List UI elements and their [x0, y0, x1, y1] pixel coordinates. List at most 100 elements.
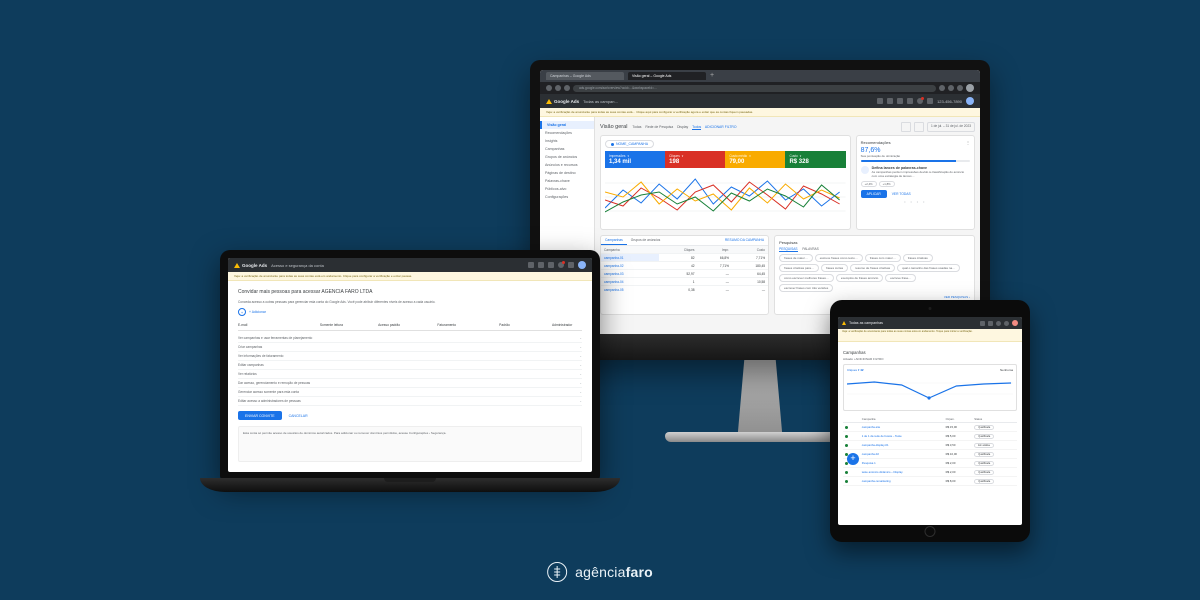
reports-icon[interactable] — [538, 262, 544, 268]
sidebar-item[interactable]: Recomendações — [540, 129, 594, 137]
filter-summary[interactable]: Ativado • ADICIONAR FILTRO — [843, 357, 1017, 361]
scope-tabs[interactable]: Todas Rede de Pesquisa Display Todos ADI… — [632, 125, 739, 129]
nav-fwd-icon[interactable] — [555, 85, 561, 91]
home-button[interactable] — [925, 526, 936, 537]
add-campaign-fab[interactable]: + — [847, 453, 859, 465]
metric-card[interactable]: Impressões1,34 mil — [605, 151, 665, 168]
metric-scorecards[interactable]: Impressões1,34 milCliques198Custo médio7… — [605, 151, 846, 168]
sidebar-item[interactable]: Campanhas — [540, 145, 594, 153]
search-icon[interactable] — [877, 98, 883, 104]
refresh-icon[interactable] — [907, 98, 913, 104]
user-avatar-icon[interactable] — [966, 97, 974, 105]
search-term-chip[interactable]: frases com maior… — [865, 254, 901, 262]
campaigns-table[interactable]: CampanhaOrçam.Statuscampanha-siteR$ 15,0… — [843, 415, 1017, 486]
table-row[interactable]: campanha-display-01R$ 3,50Em análise — [843, 441, 1017, 450]
profile-avatar-icon[interactable] — [966, 84, 974, 92]
add-user-link[interactable]: + + Adicionar — [238, 308, 582, 316]
search-term-chip[interactable]: escrever frases com três versões — [779, 284, 833, 292]
reports-icon[interactable] — [887, 98, 893, 104]
search-term-chip[interactable]: frases criativas para… — [779, 264, 819, 272]
permission-row[interactable]: Dar acesso, gerenciamento e remoção de p… — [238, 379, 582, 388]
search-term-chip[interactable]: exemplos de frases anúncio — [836, 274, 883, 282]
user-avatar-icon[interactable] — [578, 261, 586, 269]
permission-row[interactable]: Editar campanhas⌄ — [238, 361, 582, 370]
breadcrumb[interactable]: Acesso e segurança da conta — [271, 263, 324, 268]
header-title[interactable]: Todas as campanhas — [849, 321, 883, 325]
more-icon[interactable]: ⋮ — [966, 140, 970, 145]
nav-reload-icon[interactable] — [564, 85, 570, 91]
browser-tab[interactable]: Campanhas – Google Ads — [546, 72, 624, 80]
permission-row[interactable]: Ver informações de faturamento⌄ — [238, 352, 582, 361]
table-row[interactable]: campanha-siteR$ 15,00Qualificada — [843, 423, 1017, 432]
address-bar[interactable]: ads.google.com/aw/overview?ocid=...&work… — [573, 85, 936, 92]
table-tabs[interactable]: Campanhas Grupos de anúncios RESUMO DA C… — [601, 236, 768, 246]
help-icon[interactable] — [568, 262, 574, 268]
search-term-chip[interactable]: frases criativas — [903, 254, 933, 262]
extension-icon[interactable] — [948, 85, 954, 91]
permission-row[interactable]: Gerenciar acesso somente para esta conta… — [238, 388, 582, 397]
metric-card[interactable]: Cliques198 — [665, 151, 725, 168]
permission-row[interactable]: Editar acesso a administradores de pesso… — [238, 397, 582, 406]
google-ads-logo[interactable] — [842, 321, 846, 325]
search-term-chip[interactable]: frases curtas — [821, 264, 848, 272]
carousel-dots[interactable]: • • • • — [861, 200, 970, 204]
table-row[interactable]: campanha-050,38—— — [601, 286, 768, 294]
notice-banner[interactable]: Veja: a verificação de anunciante para t… — [838, 329, 1022, 342]
search-tabs[interactable]: PESQUISAS PALAVRAS — [779, 247, 970, 251]
sidebar-item[interactable]: Grupos de anúncios — [540, 153, 594, 161]
google-ads-logo[interactable]: Google Ads — [546, 99, 579, 104]
view-controls[interactable]: 1 de jul. – 31 de jul. de 2023 — [901, 122, 975, 132]
sidebar-item[interactable]: Visão geral — [540, 121, 594, 129]
filter-icon[interactable] — [988, 321, 993, 326]
bell-icon[interactable] — [996, 321, 1001, 326]
account-crumb[interactable]: Todas as campan… — [583, 99, 618, 104]
sidebar-item[interactable]: Configurações — [540, 193, 594, 201]
extension-icon[interactable] — [957, 85, 963, 91]
user-avatar-icon[interactable] — [1012, 320, 1018, 326]
view-searches-link[interactable]: VER PESQUISAS › — [779, 295, 970, 299]
bell-icon[interactable] — [917, 98, 923, 104]
send-invite-button[interactable]: ENVIAR CONVITE — [238, 411, 282, 420]
table-row[interactable]: campanha-02R$ 10,00Qualificada — [843, 450, 1017, 459]
apply-button[interactable]: APLICAR — [861, 190, 887, 198]
browser-tabstrip[interactable]: Campanhas – Google Ads Visão geral – Goo… — [540, 70, 980, 82]
search-icon[interactable] — [980, 321, 985, 326]
sidebar-item[interactable]: Insights — [540, 137, 594, 145]
table-row[interactable]: campanha-0352,97—64,45 — [601, 270, 768, 278]
tools-icon[interactable] — [897, 98, 903, 104]
new-tab-button[interactable]: + — [710, 72, 714, 80]
tools-icon[interactable] — [548, 262, 554, 268]
table-row[interactable]: 1 de 1 da rede de busca – TesteR$ 5,00Qu… — [843, 432, 1017, 441]
view-all-link[interactable]: VER TODAS — [892, 192, 911, 196]
help-icon[interactable] — [927, 98, 933, 104]
search-icon[interactable] — [528, 262, 534, 268]
cancel-button[interactable]: CANCELAR — [289, 414, 308, 418]
metric-card[interactable]: CustoR$ 328 — [785, 151, 845, 168]
bell-icon[interactable] — [558, 262, 564, 268]
table-row[interactable]: Pesquisa 1R$ 2,00Qualificada — [843, 459, 1017, 468]
search-term-chip[interactable]: escreve frase… — [885, 274, 916, 282]
table-row[interactable]: campanha-018266,8%7,71% — [601, 254, 768, 262]
search-term-chip[interactable]: escreve frases como texto… — [815, 254, 863, 262]
sidebar-item[interactable]: Anúncios e recursos — [540, 161, 594, 169]
campaign-chip[interactable]: NOME_CAMPANHA — [605, 140, 654, 148]
browser-tab-active[interactable]: Visão geral – Google Ads — [628, 72, 706, 80]
permission-row[interactable]: Criar campanhas⌄ — [238, 343, 582, 352]
sidebar-item[interactable]: Públicos-alvo — [540, 185, 594, 193]
permission-row[interactable]: Ver campanhas e usar ferramentas de plan… — [238, 334, 582, 343]
search-term-chip[interactable]: frases de maior… — [779, 254, 813, 262]
permission-row[interactable]: Ver relatórios⌄ — [238, 370, 582, 379]
metric-card[interactable]: Custo médio79,00 — [725, 151, 785, 168]
search-term-chip[interactable]: qual o tamanho das frases usadas na… — [897, 264, 960, 272]
extension-icon[interactable] — [939, 85, 945, 91]
table-row[interactable]: teste anúncio dinâmico – DisplayR$ 2,00Q… — [843, 468, 1017, 477]
help-icon[interactable] — [1004, 321, 1009, 326]
date-range-picker[interactable]: 1 de jul. – 31 de jul. de 2023 — [927, 122, 975, 132]
download-icon[interactable] — [901, 122, 911, 132]
search-term-chip[interactable]: como escrever melhores frases… — [779, 274, 834, 282]
table-row[interactable]: campanha-remarketingR$ 8,00Qualificada — [843, 477, 1017, 486]
nav-back-icon[interactable] — [546, 85, 552, 91]
notice-banner[interactable]: Veja: a verificação de anunciante para t… — [540, 108, 980, 117]
sidebar-item[interactable]: Páginas de destino — [540, 169, 594, 177]
table-row[interactable]: campanha-041—10,58 — [601, 278, 768, 286]
